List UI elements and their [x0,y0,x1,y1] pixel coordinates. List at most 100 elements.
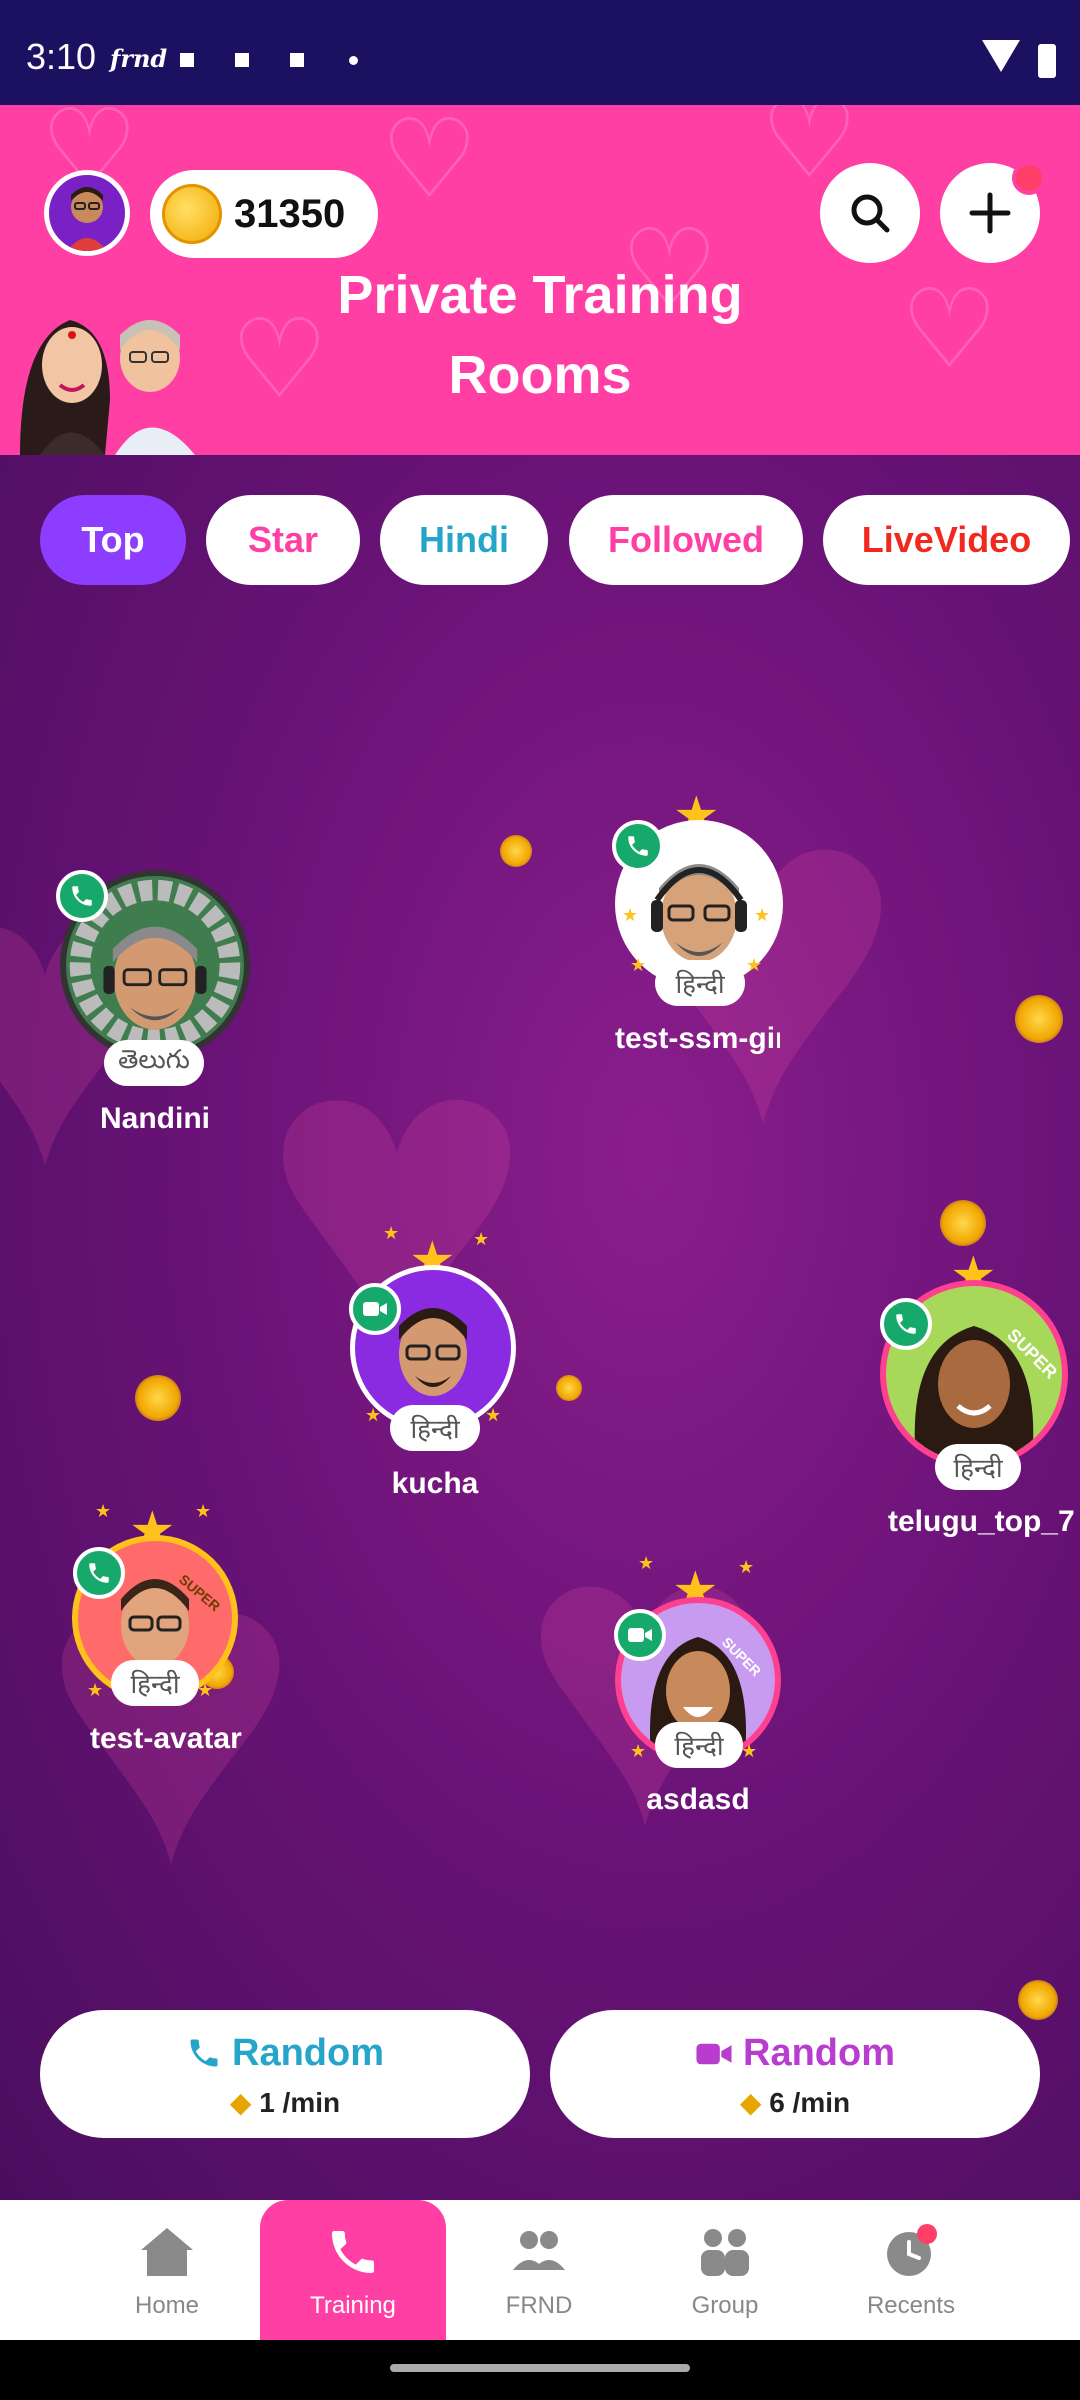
user-name: test-avatar [90,1722,242,1755]
page-title-line1: Private Training [337,265,743,325]
user-room-card[interactable]: ★ SUPER हिन्दी telugu_top_7 [880,1250,1080,1550]
coin-icon [162,184,222,244]
star-icon: ★ [622,905,639,925]
coin-rate-icon: ◆ [229,2087,252,2118]
star-icon: ★ [473,1229,490,1249]
language-badge: हिन्दी [935,1444,1021,1490]
nav-home[interactable]: Home [74,2200,260,2340]
page-title: Private Training Rooms [290,255,790,415]
heart-decoration-icon: ♡ [380,105,479,221]
language-badge: हिन्दी [390,1405,480,1451]
user-name: telugu_top_7 [888,1505,1075,1538]
language-badge: हिन्दी [655,1722,743,1768]
sparkle-icon [135,1375,181,1421]
video-camera-icon [696,2043,732,2065]
profile-avatar[interactable] [44,170,130,256]
nav-frnd-label: FRND [505,2292,573,2319]
plus-icon [969,192,1011,234]
tab-livevideo-label: LiveVideo [861,519,1032,560]
home-gesture-handle[interactable] [390,2364,690,2372]
notification-icon [180,53,194,67]
sparkle-icon [500,835,532,867]
home-icon [141,2228,193,2276]
tab-livevideo[interactable]: LiveVideo [823,495,1070,585]
search-button[interactable] [820,163,920,263]
status-time: 3:10 [26,36,97,77]
tab-top[interactable]: Top [40,495,186,585]
star-icon: ★ [630,955,647,975]
status-app-name: frnd [110,44,168,73]
group-icon [701,2229,749,2276]
star-icon: ★ [195,1501,212,1521]
phone-call-icon [612,820,664,872]
random-audio-rate-value: 1 /min [259,2087,341,2118]
sparkle-icon [940,1200,986,1246]
user-room-card[interactable]: ★ ★ ★ ★ ★ हिन्दी kucha [335,1223,535,1535]
star-icon: ★ [383,1223,400,1243]
random-video-call-button[interactable]: Random ◆ 6 /min [550,2010,1040,2138]
random-video-rate: ◆ 6 /min [550,2086,1040,2119]
tab-star[interactable]: Star [206,495,360,585]
tab-followed[interactable]: Followed [569,495,803,585]
tab-followed-label: Followed [608,519,764,560]
tab-top-label: Top [81,519,145,560]
random-audio-call-button[interactable]: Random ◆ 1 /min [40,2010,530,2138]
star-icon: ★ [630,1741,647,1761]
search-icon [851,194,890,233]
phone-icon [332,2231,374,2273]
nav-recents[interactable]: Recents [818,2200,1004,2340]
star-icon: ★ [746,955,763,975]
nav-frnd[interactable]: FRND [446,2200,632,2340]
user-name: Nandini [100,1102,210,1135]
user-room-card[interactable]: ★ ★ ★ SUPER ★ ★ हिन्दी asdasd [598,1553,798,1865]
tab-star-label: Star [247,519,319,560]
gesture-navigation-bar [0,2340,1080,2400]
more-notifications-dot-icon [349,56,358,65]
sparkle-icon [1015,995,1063,1043]
frnd-people-icon [513,2231,565,2270]
nav-recents-label: Recents [866,2292,956,2319]
header-banner: ♡ ♡ ♡ ♡ ♡ ♡ 31350 Private Training Rooms [0,105,1080,455]
recents-clock-icon [887,2224,937,2276]
star-icon: ★ [638,1553,655,1573]
status-bar: 3:10 frnd [0,0,1080,105]
page-title-line2: Rooms [448,345,632,405]
language-badge: తెలుగు [104,1040,204,1086]
user-name: test-ssm-gir [615,1022,780,1055]
random-audio-label: Random [232,2032,384,2074]
nav-group-label: Group [691,2292,759,2319]
phone-call-icon [73,1547,125,1599]
user-room-card[interactable]: తెలుగు Nandini [50,870,260,1200]
star-icon: ★ [754,905,771,925]
tab-hindi[interactable]: Hindi [380,495,548,585]
coin-balance-value: 31350 [234,192,346,236]
couple-illustration [20,320,195,455]
notification-icon [235,53,249,67]
star-icon: ★ [95,1501,112,1521]
phone-icon [190,2039,218,2067]
nav-training[interactable]: Training [260,2200,446,2340]
rooms-area: ♥ ♥ ♥ ♥ ♥ Top Star Hindi Followed LiveVi… [0,455,1080,2200]
star-icon: ★ [87,1680,104,1700]
user-room-card[interactable]: ★ ★ ★ SUPER ★ ★ हिन्दी test-avatar [55,1501,255,1805]
coin-balance[interactable]: 31350 [150,170,378,258]
sparkle-icon [556,1375,582,1401]
nav-group[interactable]: Group [632,2200,818,2340]
create-room-button[interactable] [940,161,1046,263]
star-icon: ★ [738,1557,755,1577]
user-room-card[interactable]: ★ ★ ★ ★ ★ हिन्दी test-ssm-gir [600,790,800,1090]
bottom-navigation: Home Training FRND Group Recents [0,2200,1080,2340]
language-badge: हिन्दी [111,1660,199,1706]
star-icon: ★ [365,1405,382,1425]
video-call-icon [614,1609,666,1661]
user-name: kucha [391,1467,479,1500]
notification-icon [290,53,304,67]
tab-hindi-label: Hindi [419,519,509,560]
phone-call-icon [880,1298,932,1350]
star-icon: ★ [197,1680,214,1700]
wifi-icon [982,40,1020,72]
phone-call-icon [56,870,108,922]
random-audio-rate: ◆ 1 /min [40,2086,530,2119]
star-icon: ★ [485,1405,502,1425]
star-icon: ★ [741,1741,758,1761]
